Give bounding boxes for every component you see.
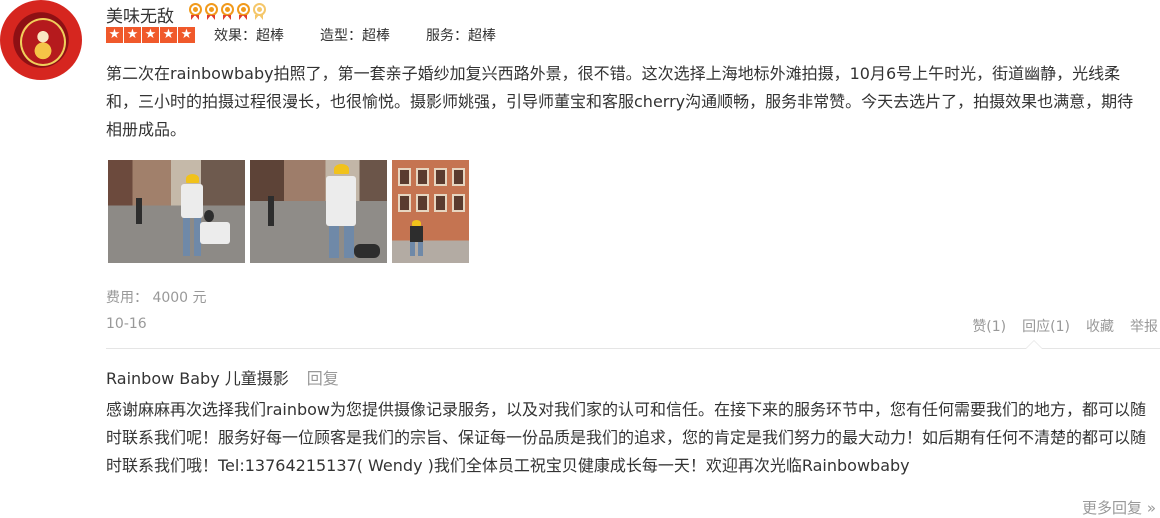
- review-photo-1[interactable]: [108, 160, 245, 263]
- favorite-link[interactable]: 收藏: [1086, 316, 1114, 336]
- star-icon: ★: [142, 27, 159, 43]
- medal-icon: [204, 3, 219, 22]
- reply-author: Rainbow Baby 儿童摄影: [106, 369, 289, 388]
- score-effect: 效果：超棒: [214, 28, 284, 44]
- sub-scores: 效果：超棒 造型：超棒 服务：超棒: [214, 25, 532, 45]
- reply-header: Rainbow Baby 儿童摄影 回复: [106, 365, 339, 389]
- user-level-medals: [188, 3, 267, 22]
- star-icon: ★: [160, 27, 177, 43]
- star-icon: ★: [124, 27, 141, 43]
- review-actions: 赞(1) 回应(1) 收藏 举报: [956, 316, 1158, 336]
- medal-icon: [220, 3, 235, 22]
- medal-icon: [188, 3, 203, 22]
- star-icon: ★: [106, 27, 123, 43]
- more-replies-link[interactable]: 更多回复 »: [1082, 497, 1156, 518]
- medal-icon: [252, 3, 267, 22]
- reply-label: 回复: [306, 369, 339, 388]
- review-date: 10-16: [106, 316, 147, 332]
- review-photos: [108, 160, 469, 263]
- username[interactable]: 美味无敌: [106, 2, 174, 27]
- fee-text: 费用： 4000 元: [106, 290, 207, 306]
- star-icon: ★: [178, 27, 195, 43]
- like-link[interactable]: 赞(1): [972, 316, 1006, 336]
- reply-link[interactable]: 回应(1): [1022, 316, 1070, 336]
- review-text: 第二次在rainbowbaby拍照了，第一套亲子婚纱加复兴西路外景，很不错。这次…: [106, 64, 1134, 139]
- reply-pointer-arrow: [1025, 340, 1043, 349]
- review-photo-2[interactable]: [250, 160, 387, 263]
- medal-icon: [236, 3, 251, 22]
- report-link[interactable]: 举报: [1130, 316, 1158, 336]
- score-styling: 造型：超棒: [320, 28, 390, 44]
- score-service: 服务：超棒: [426, 28, 496, 44]
- user-avatar[interactable]: [0, 0, 82, 80]
- reply-divider: [106, 348, 1160, 349]
- reply-text: 感谢麻麻再次选择我们rainbow为您提供摄像记录服务，以及对我们家的认可和信任…: [106, 400, 1147, 475]
- review-photo-3[interactable]: [392, 160, 469, 263]
- star-rating: ★ ★ ★ ★ ★: [106, 27, 195, 43]
